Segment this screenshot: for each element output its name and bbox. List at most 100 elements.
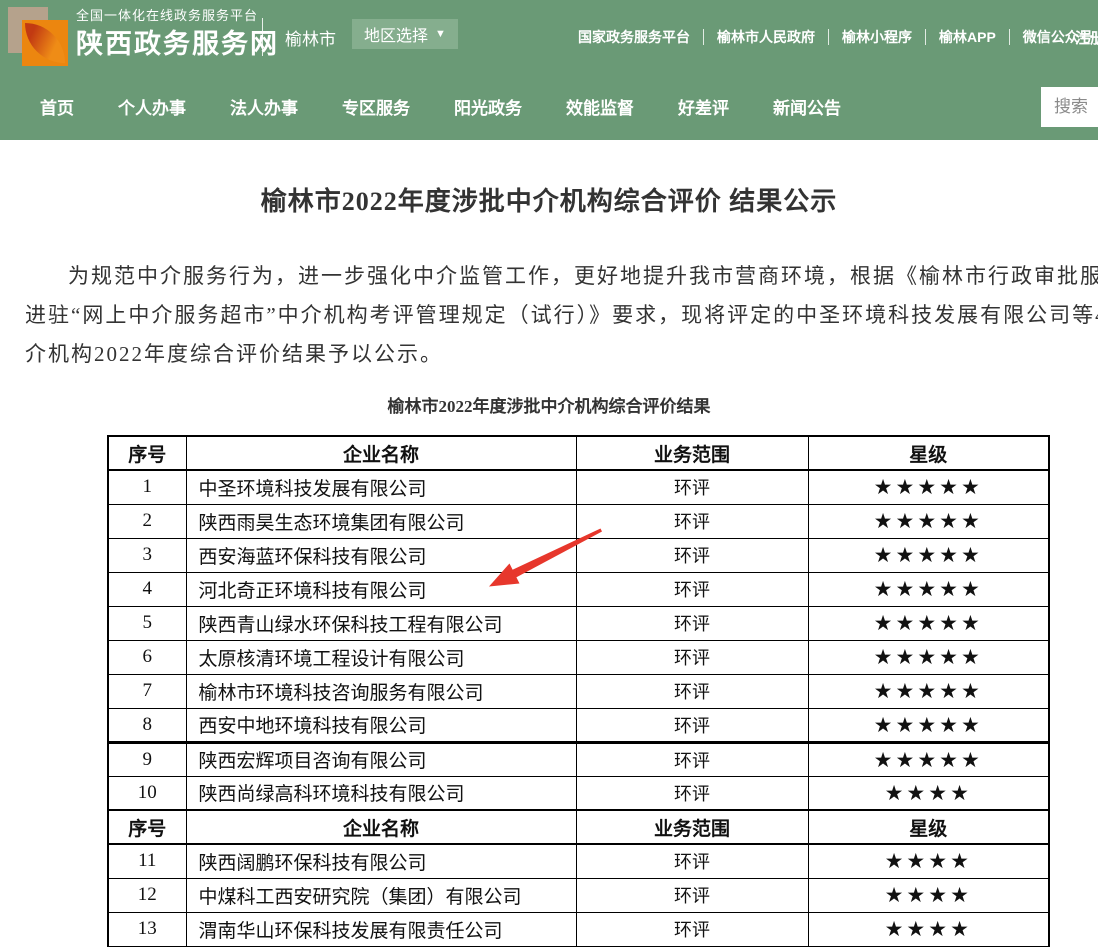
nav-item-home[interactable]: 首页 bbox=[40, 94, 74, 119]
table-cell-scope: 环评 bbox=[576, 470, 808, 504]
table-cell-scope: 环评 bbox=[576, 742, 808, 776]
header-divider bbox=[262, 18, 263, 56]
nav-item-news[interactable]: 新闻公告 bbox=[773, 94, 841, 119]
table-row: 3西安海蓝环保科技有限公司环评★★★★★ bbox=[108, 538, 1049, 572]
table-row: 12中煤科工西安研究院（集团）有限公司环评★★★★ bbox=[108, 878, 1049, 912]
site-header: 全国一体化在线政务服务平台 陕西政务服务网 榆林市 地区选择 ▼ 国家政务服务平… bbox=[0, 0, 1098, 73]
table-cell-no: 7 bbox=[108, 674, 186, 708]
table-cell-stars: ★★★★★ bbox=[808, 538, 1049, 572]
table-cell-name: 渭南华山环保科技发展有限责任公司 bbox=[186, 912, 576, 946]
table-cell-no: 8 bbox=[108, 708, 186, 742]
table-cell-no: 6 bbox=[108, 640, 186, 674]
table-cell-stars: ★★★★★ bbox=[808, 572, 1049, 606]
table-cell-scope: 环评 bbox=[576, 606, 808, 640]
table-row: 8西安中地环境科技有限公司环评★★★★★ bbox=[108, 708, 1049, 742]
table-row: 9陕西宏辉项目咨询有限公司环评★★★★★ bbox=[108, 742, 1049, 776]
table-cell-name: 河北奇正环境科技有限公司 bbox=[186, 572, 576, 606]
table-cell-name: 陕西阔鹏环保科技有限公司 bbox=[186, 844, 576, 878]
table-cell-stars: ★★★★ bbox=[808, 912, 1049, 946]
table-cell-stars: ★★★★★ bbox=[808, 640, 1049, 674]
nav-item-rating[interactable]: 好差评 bbox=[678, 94, 729, 119]
search-input[interactable]: 搜索 bbox=[1041, 87, 1098, 127]
region-selector-button[interactable]: 地区选择 ▼ bbox=[352, 19, 458, 49]
platform-subtitle: 全国一体化在线政务服务平台 bbox=[76, 9, 279, 22]
column-header: 企业名称 bbox=[186, 810, 576, 844]
table-cell-stars: ★★★★★ bbox=[808, 606, 1049, 640]
table-cell-stars: ★★★★ bbox=[808, 878, 1049, 912]
nav-items: 首页 个人办事 法人办事 专区服务 阳光政务 效能监督 好差评 新闻公告 bbox=[0, 73, 1098, 140]
table-cell-scope: 环评 bbox=[576, 844, 808, 878]
table-cell-no: 3 bbox=[108, 538, 186, 572]
table-row: 7榆林市环境科技咨询服务有限公司环评★★★★★ bbox=[108, 674, 1049, 708]
link-national-platform[interactable]: 国家政务服务平台 bbox=[578, 27, 690, 47]
table-cell-no: 1 bbox=[108, 470, 186, 504]
table-cell-scope: 环评 bbox=[576, 912, 808, 946]
table-cell-name: 陕西宏辉项目咨询有限公司 bbox=[186, 742, 576, 776]
table-row: 6太原核清环境工程设计有限公司环评★★★★★ bbox=[108, 640, 1049, 674]
nav-item-supervision[interactable]: 效能监督 bbox=[566, 94, 634, 119]
table-cell-scope: 环评 bbox=[576, 640, 808, 674]
region-selector-label: 地区选择 bbox=[364, 22, 428, 46]
table-cell-scope: 环评 bbox=[576, 674, 808, 708]
table-cell-name: 太原核清环境工程设计有限公司 bbox=[186, 640, 576, 674]
link-separator bbox=[703, 29, 704, 45]
table-cell-scope: 环评 bbox=[576, 708, 808, 742]
table-cell-name: 陕西雨昊生态环境集团有限公司 bbox=[186, 504, 576, 538]
nav-item-sunshine[interactable]: 阳光政务 bbox=[454, 94, 522, 119]
table-row: 10陕西尚绿高科环境科技有限公司环评★★★★ bbox=[108, 776, 1049, 810]
table-row: 1中圣环境科技发展有限公司环评★★★★★ bbox=[108, 470, 1049, 504]
table-cell-name: 中煤科工西安研究院（集团）有限公司 bbox=[186, 878, 576, 912]
table-caption: 榆林市2022年度涉批中介机构综合评价结果 bbox=[0, 392, 1098, 417]
nav-item-personal[interactable]: 个人办事 bbox=[118, 94, 186, 119]
table-cell-name: 西安海蓝环保科技有限公司 bbox=[186, 538, 576, 572]
table-cell-scope: 环评 bbox=[576, 504, 808, 538]
paragraph-line: 进驻“网上中介服务超市”中介机构考评管理规定（试行）》要求，现将评定的中圣环境科… bbox=[25, 296, 1098, 335]
link-separator bbox=[828, 29, 829, 45]
table-cell-no: 10 bbox=[108, 776, 186, 810]
site-logo[interactable] bbox=[8, 7, 68, 67]
table-cell-name: 陕西青山绿水环保科技工程有限公司 bbox=[186, 606, 576, 640]
table-row: 13渭南华山环保科技发展有限责任公司环评★★★★ bbox=[108, 912, 1049, 946]
table-cell-name: 陕西尚绿高科环境科技有限公司 bbox=[186, 776, 576, 810]
table-cell-stars: ★★★★★ bbox=[808, 708, 1049, 742]
nav-item-legal[interactable]: 法人办事 bbox=[230, 94, 298, 119]
table-cell-stars: ★★★★★ bbox=[808, 674, 1049, 708]
link-app[interactable]: 榆林APP bbox=[939, 27, 996, 47]
page: 全国一体化在线政务服务平台 陕西政务服务网 榆林市 地区选择 ▼ 国家政务服务平… bbox=[0, 0, 1098, 947]
article: 榆林市2022年度涉批中介机构综合评价 结果公示 为规范中介服务行为，进一步强化… bbox=[0, 184, 1098, 947]
table-cell-scope: 环评 bbox=[576, 572, 808, 606]
paragraph-line: 介机构2022年度综合评价结果予以公示。 bbox=[25, 335, 1098, 374]
table-cell-scope: 环评 bbox=[576, 538, 808, 572]
table-cell-no: 11 bbox=[108, 844, 186, 878]
main-nav: 首页 个人办事 法人办事 专区服务 阳光政务 效能监督 好差评 新闻公告 搜索 bbox=[0, 73, 1098, 140]
table-row: 4河北奇正环境科技有限公司环评★★★★★ bbox=[108, 572, 1049, 606]
register-link[interactable]: 注册 bbox=[1075, 27, 1098, 48]
table-cell-no: 5 bbox=[108, 606, 186, 640]
table-cell-name: 西安中地环境科技有限公司 bbox=[186, 708, 576, 742]
column-header: 星级 bbox=[808, 810, 1049, 844]
column-header: 序号 bbox=[108, 810, 186, 844]
table-header-row: 序号企业名称业务范围星级 bbox=[108, 810, 1049, 844]
column-header: 业务范围 bbox=[576, 810, 808, 844]
table-cell-no: 13 bbox=[108, 912, 186, 946]
results-table-body: 序号企业名称业务范围星级1中圣环境科技发展有限公司环评★★★★★2陕西雨昊生态环… bbox=[108, 436, 1049, 947]
table-cell-no: 12 bbox=[108, 878, 186, 912]
nav-item-zone[interactable]: 专区服务 bbox=[342, 94, 410, 119]
site-titles: 全国一体化在线政务服务平台 陕西政务服务网 bbox=[76, 9, 279, 58]
table-cell-stars: ★★★★★ bbox=[808, 504, 1049, 538]
column-header: 企业名称 bbox=[186, 436, 576, 470]
table-header-row: 序号企业名称业务范围星级 bbox=[108, 436, 1049, 470]
table-cell-stars: ★★★★★ bbox=[808, 470, 1049, 504]
link-mini-program[interactable]: 榆林小程序 bbox=[842, 27, 912, 47]
table-cell-stars: ★★★★ bbox=[808, 776, 1049, 810]
table-row: 2陕西雨昊生态环境集团有限公司环评★★★★★ bbox=[108, 504, 1049, 538]
header-links: 国家政务服务平台 榆林市人民政府 榆林小程序 榆林APP 微信公众号 bbox=[578, 0, 1093, 73]
table-cell-stars: ★★★★ bbox=[808, 844, 1049, 878]
table-cell-no: 9 bbox=[108, 742, 186, 776]
link-city-government[interactable]: 榆林市人民政府 bbox=[717, 27, 815, 47]
table-row: 5陕西青山绿水环保科技工程有限公司环评★★★★★ bbox=[108, 606, 1049, 640]
table-cell-stars: ★★★★★ bbox=[808, 742, 1049, 776]
column-header: 星级 bbox=[808, 436, 1049, 470]
table-cell-scope: 环评 bbox=[576, 878, 808, 912]
table-cell-name: 中圣环境科技发展有限公司 bbox=[186, 470, 576, 504]
